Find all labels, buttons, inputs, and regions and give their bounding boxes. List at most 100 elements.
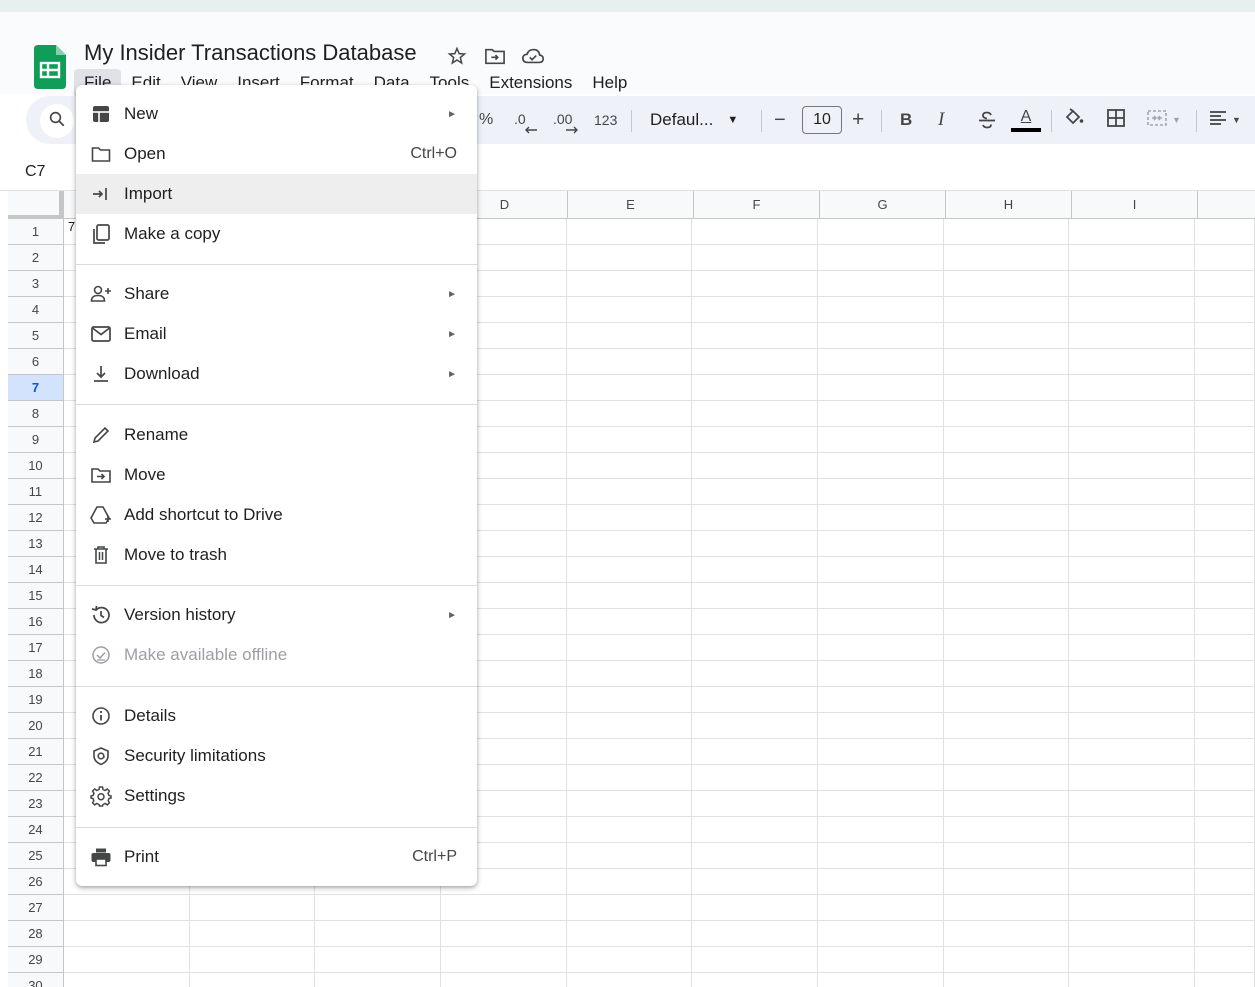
grid-cell[interactable]: [315, 921, 441, 947]
grid-cell[interactable]: [1195, 271, 1255, 297]
grid-cell[interactable]: [1195, 453, 1255, 479]
decrease-decimal-button[interactable]: .0: [514, 96, 537, 144]
grid-cell[interactable]: [943, 297, 1070, 323]
bold-button[interactable]: B: [900, 96, 912, 144]
row-header[interactable]: 19: [8, 687, 64, 713]
grid-cell[interactable]: [692, 973, 819, 987]
grid-cell[interactable]: [818, 843, 944, 869]
search-menus-button[interactable]: [40, 104, 74, 138]
grid-cell[interactable]: [1195, 349, 1255, 375]
grid-cell[interactable]: [943, 817, 1070, 843]
grid-cell[interactable]: [692, 245, 819, 271]
sheets-logo-icon[interactable]: [34, 45, 66, 89]
menu-item-new[interactable]: New ►: [76, 94, 477, 134]
grid-cell[interactable]: [692, 843, 819, 869]
grid-cell[interactable]: [1195, 739, 1255, 765]
grid-cell[interactable]: [943, 479, 1070, 505]
grid-cell[interactable]: [692, 531, 819, 557]
grid-cell[interactable]: [818, 973, 944, 987]
grid-cell[interactable]: [1195, 687, 1255, 713]
grid-cell[interactable]: [1195, 817, 1255, 843]
row-header[interactable]: 22: [8, 765, 64, 791]
grid-cell[interactable]: [566, 635, 693, 661]
menu-item-security-limitations[interactable]: Security limitations: [76, 736, 477, 776]
grid-cell[interactable]: [566, 817, 693, 843]
grid-cell[interactable]: [692, 557, 819, 583]
grid-cell[interactable]: [818, 375, 944, 401]
font-size-input[interactable]: 10: [802, 106, 842, 134]
grid-cell[interactable]: [692, 349, 819, 375]
row-header[interactable]: 10: [8, 453, 64, 479]
grid-cell[interactable]: [315, 895, 441, 921]
row-header[interactable]: 15: [8, 583, 64, 609]
grid-cell[interactable]: [1069, 739, 1196, 765]
grid-cell[interactable]: [692, 869, 819, 895]
grid-cell[interactable]: [943, 557, 1070, 583]
grid-cell[interactable]: [566, 869, 693, 895]
grid-cell[interactable]: [1069, 375, 1196, 401]
grid-cell[interactable]: [566, 453, 693, 479]
grid-cell[interactable]: [818, 869, 944, 895]
grid-cell[interactable]: [1195, 869, 1255, 895]
grid-cell[interactable]: [692, 947, 819, 973]
grid-cell[interactable]: [1069, 453, 1196, 479]
grid-cell[interactable]: [692, 687, 819, 713]
menu-item-open[interactable]: Open Ctrl+O: [76, 134, 477, 174]
merge-cells-button[interactable]: ▼: [1146, 96, 1181, 144]
grid-cell[interactable]: [692, 661, 819, 687]
increase-decimal-button[interactable]: .00: [553, 96, 578, 144]
grid-cell[interactable]: [943, 349, 1070, 375]
grid-cell[interactable]: [1069, 609, 1196, 635]
row-header[interactable]: 13: [8, 531, 64, 557]
grid-cell[interactable]: [692, 427, 819, 453]
grid-cell[interactable]: [566, 687, 693, 713]
select-all-corner[interactable]: [8, 191, 64, 219]
grid-cell[interactable]: [818, 635, 944, 661]
grid-cell[interactable]: [818, 921, 944, 947]
grid-cell[interactable]: [943, 687, 1070, 713]
grid-cell[interactable]: [566, 505, 693, 531]
grid-cell[interactable]: [1195, 895, 1255, 921]
grid-cell[interactable]: [943, 401, 1070, 427]
grid-cell[interactable]: [943, 427, 1070, 453]
grid-cell[interactable]: [692, 713, 819, 739]
column-header-e[interactable]: E: [568, 191, 694, 219]
row-header[interactable]: 17: [8, 635, 64, 661]
grid-cell[interactable]: [1069, 245, 1196, 271]
grid-cell[interactable]: [566, 323, 693, 349]
grid-cell[interactable]: [943, 583, 1070, 609]
grid-cell[interactable]: [1069, 401, 1196, 427]
grid-cell[interactable]: [1069, 583, 1196, 609]
grid-cell[interactable]: [1069, 921, 1196, 947]
more-formats-button[interactable]: 123: [594, 96, 617, 144]
grid-cell[interactable]: [566, 947, 693, 973]
grid-cell[interactable]: [566, 713, 693, 739]
grid-cell[interactable]: [818, 609, 944, 635]
move-folder-icon[interactable]: [482, 44, 508, 68]
grid-cell[interactable]: [1195, 661, 1255, 687]
grid-cell[interactable]: [692, 505, 819, 531]
row-header[interactable]: 9: [8, 427, 64, 453]
grid-cell[interactable]: [943, 453, 1070, 479]
grid-cell[interactable]: [818, 713, 944, 739]
grid-cell[interactable]: [818, 219, 944, 245]
grid-cell[interactable]: [943, 869, 1070, 895]
grid-cell[interactable]: [440, 895, 567, 921]
grid-cell[interactable]: [692, 271, 819, 297]
grid-cell[interactable]: [63, 895, 190, 921]
row-header[interactable]: 20: [8, 713, 64, 739]
increase-font-size-button[interactable]: +: [852, 96, 864, 144]
row-header[interactable]: 4: [8, 297, 64, 323]
star-icon[interactable]: [444, 44, 470, 68]
grid-cell[interactable]: [1195, 791, 1255, 817]
grid-cell[interactable]: [943, 245, 1070, 271]
grid-cell[interactable]: [1195, 843, 1255, 869]
menu-item-version-history[interactable]: Version history ►: [76, 595, 477, 635]
horizontal-align-button[interactable]: ▼: [1208, 96, 1241, 144]
grid-cell[interactable]: [943, 713, 1070, 739]
grid-cell[interactable]: [692, 765, 819, 791]
grid-cell[interactable]: [1069, 817, 1196, 843]
grid-cell[interactable]: [1195, 323, 1255, 349]
grid-cell[interactable]: [1069, 479, 1196, 505]
grid-cell[interactable]: [692, 583, 819, 609]
